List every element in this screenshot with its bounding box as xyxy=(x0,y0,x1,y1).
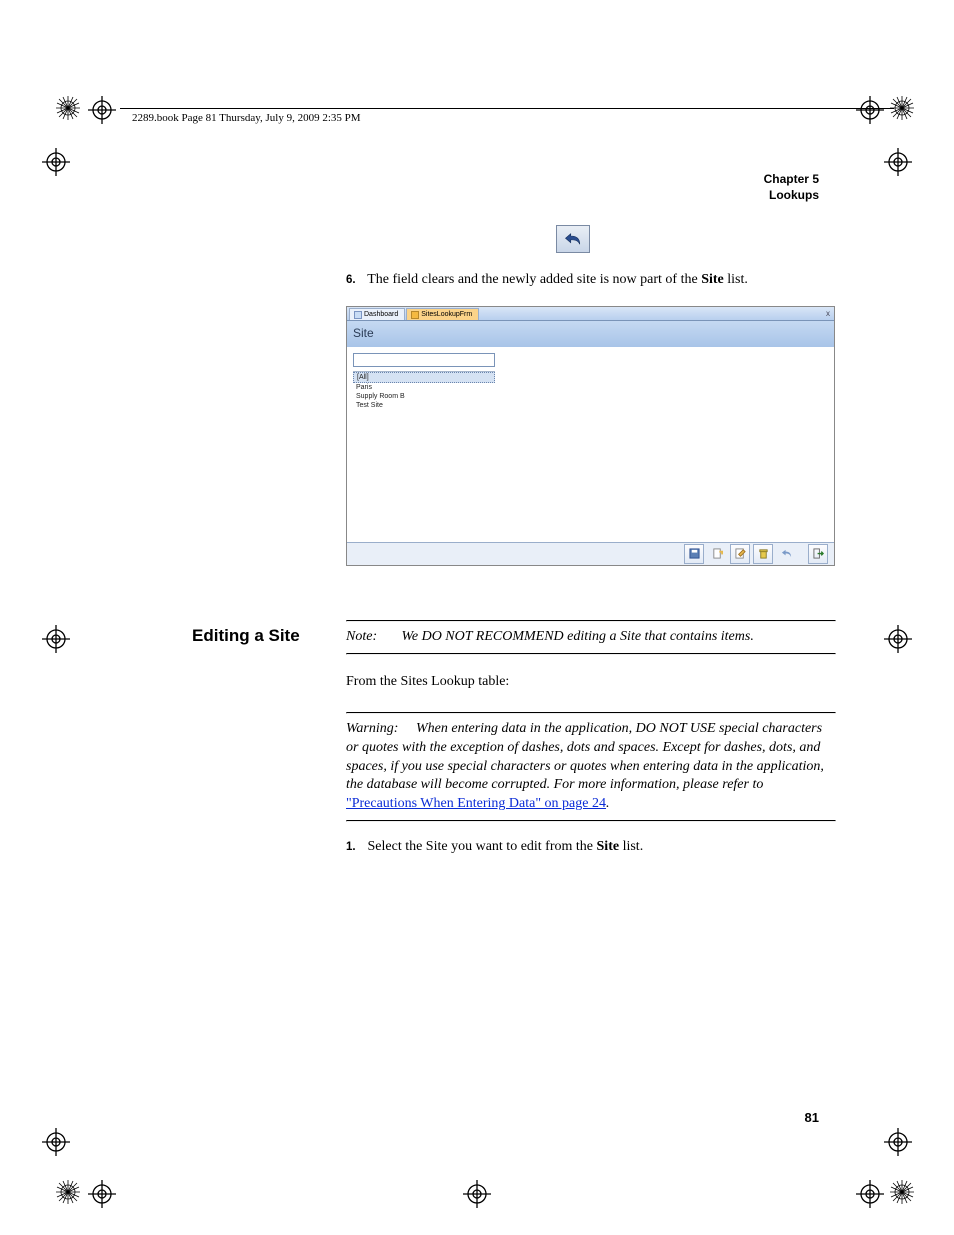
note-label: Note: xyxy=(346,628,398,647)
panel-title: Site xyxy=(347,321,834,347)
warning-link[interactable]: "Precautions When Entering Data" on page… xyxy=(346,796,606,811)
step-number: 6. xyxy=(346,273,364,289)
site-filter-input[interactable] xyxy=(353,353,495,367)
note-block: Note: We DO NOT RECOMMEND editing a Site… xyxy=(346,628,836,647)
crop-mark-icon xyxy=(463,1180,491,1208)
chapter-title: Lookups xyxy=(764,188,819,204)
delete-button[interactable] xyxy=(753,544,773,564)
crop-mark-icon xyxy=(42,625,70,653)
step-1: 1. Select the Site you want to edit from… xyxy=(346,838,836,857)
crop-mark-icon xyxy=(884,148,912,176)
chapter-heading: Chapter 5 Lookups xyxy=(764,172,819,203)
warning-text: When entering data in the application, D… xyxy=(346,721,824,812)
sites-lookup-window: Dashboard SitesLookupFrm x Site [All] Pa… xyxy=(346,306,835,566)
window-tab-bar: Dashboard SitesLookupFrm x xyxy=(347,307,834,321)
undo-arrow-icon xyxy=(564,232,582,246)
list-item[interactable]: Test Site xyxy=(353,401,495,410)
tab-sites-lookup[interactable]: SitesLookupFrm xyxy=(406,308,479,320)
site-list: [All] Paris Supply Room B Test Site xyxy=(353,371,495,410)
window-toolbar xyxy=(347,542,834,565)
crop-mark-icon xyxy=(88,96,116,124)
section-heading: Editing a Site xyxy=(192,626,300,646)
registration-burst-icon xyxy=(890,1180,914,1204)
new-button[interactable] xyxy=(707,544,727,564)
page-number: 81 xyxy=(805,1110,819,1125)
rule xyxy=(346,653,836,655)
step-6: 6. The field clears and the newly added … xyxy=(346,271,836,290)
step-text: Select the Site you want to edit from th… xyxy=(368,839,644,854)
warning-label: Warning: xyxy=(346,720,416,739)
crop-mark-icon xyxy=(42,1128,70,1156)
rule xyxy=(346,712,836,714)
tab-dashboard[interactable]: Dashboard xyxy=(349,308,405,320)
list-item[interactable]: Paris xyxy=(353,383,495,392)
intro-text: From the Sites Lookup table: xyxy=(346,673,836,692)
undo-button[interactable] xyxy=(776,544,796,564)
running-header: 2289.book Page 81 Thursday, July 9, 2009… xyxy=(132,112,361,124)
rule xyxy=(346,620,836,622)
header-rule xyxy=(120,108,894,109)
exit-button[interactable] xyxy=(808,544,828,564)
tab-close-button[interactable]: x xyxy=(826,309,830,318)
list-item[interactable]: Supply Room B xyxy=(353,392,495,401)
step-text: The field clears and the newly added sit… xyxy=(367,272,748,287)
chapter-number: Chapter 5 xyxy=(764,172,819,188)
crop-mark-icon xyxy=(856,96,884,124)
undo-button[interactable] xyxy=(556,225,590,253)
crop-mark-icon xyxy=(884,1128,912,1156)
rule xyxy=(346,820,836,822)
crop-mark-icon xyxy=(88,1180,116,1208)
tab-icon xyxy=(354,311,362,319)
edit-button[interactable] xyxy=(730,544,750,564)
crop-mark-icon xyxy=(42,148,70,176)
crop-mark-icon xyxy=(856,1180,884,1208)
registration-burst-icon xyxy=(56,96,80,120)
step-number: 1. xyxy=(346,840,364,856)
registration-burst-icon xyxy=(56,1180,80,1204)
tab-icon xyxy=(411,311,419,319)
note-text: We DO NOT RECOMMEND editing a Site that … xyxy=(402,629,754,644)
warning-block: Warning:When entering data in the applic… xyxy=(346,720,836,814)
list-item[interactable]: [All] xyxy=(353,372,495,383)
save-button[interactable] xyxy=(684,544,704,564)
crop-mark-icon xyxy=(884,625,912,653)
